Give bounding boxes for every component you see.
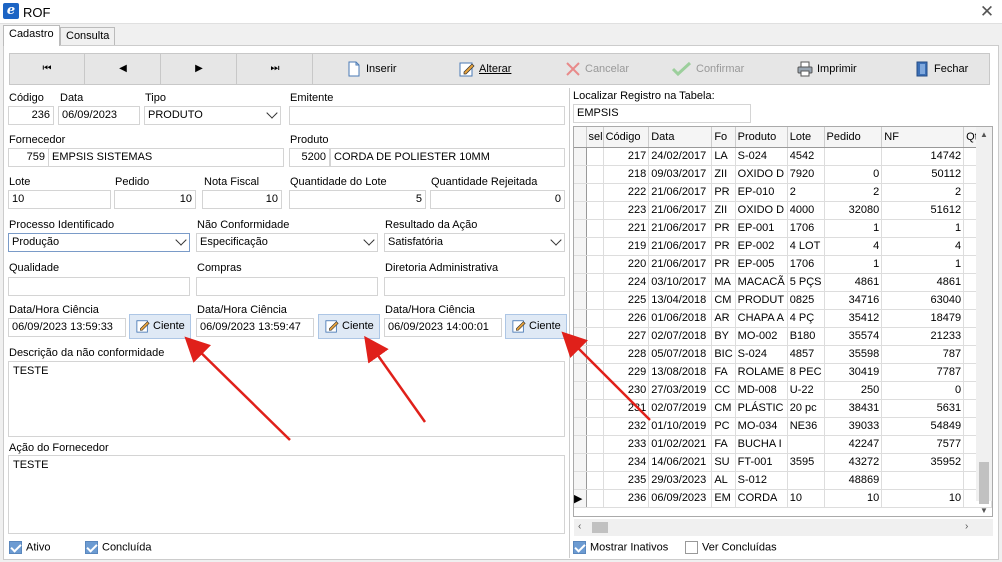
red-arrow-3 <box>561 331 651 421</box>
tab-cadastro[interactable]: Cadastro <box>3 25 60 46</box>
red-arrow-1 <box>184 336 291 441</box>
red-arrow-2 <box>364 335 427 423</box>
annotation-arrows <box>184 331 651 441</box>
